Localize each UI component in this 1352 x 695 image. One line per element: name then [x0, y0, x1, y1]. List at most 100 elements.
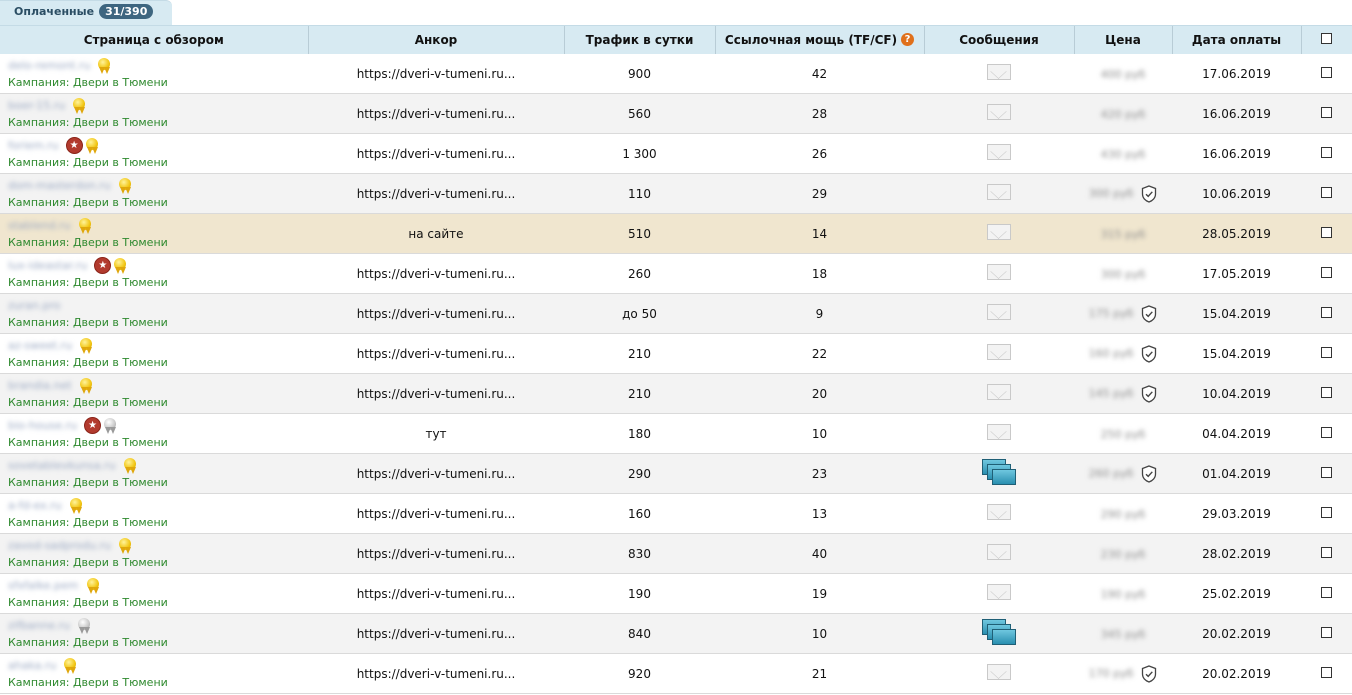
price-value: 260 руб: [1088, 467, 1134, 480]
row-checkbox[interactable]: [1321, 146, 1332, 158]
envelope-icon[interactable]: [987, 304, 1011, 320]
col-header-price[interactable]: Цена: [1073, 26, 1172, 54]
table-row: delo-remont.ru Кампания: Двери в Тюмени ht…: [0, 54, 1352, 94]
row-checkbox[interactable]: [1321, 186, 1332, 198]
cell-power: 9: [715, 293, 924, 334]
row-checkbox[interactable]: [1321, 546, 1332, 558]
table-row: a-fd-ex.ru Кампания: Двери в Тюмени https:…: [0, 493, 1352, 534]
envelope-icon[interactable]: [987, 224, 1011, 240]
row-checkbox[interactable]: [1321, 626, 1332, 638]
new-messages-envelope-icon[interactable]: [982, 459, 1016, 485]
site-link[interactable]: brandia.net: [8, 379, 72, 392]
site-link[interactable]: zuran.pro: [8, 299, 60, 312]
cell-date: 16.06.2019: [1172, 133, 1301, 174]
orders-table: Страница с обзором Анкор Трафик в сутки …: [0, 26, 1352, 694]
campaign-link[interactable]: Кампания: Двери в Тюмени: [8, 356, 308, 370]
col-header-power[interactable]: Ссылочная мощь (TF/CF)?: [714, 26, 924, 54]
cell-messages: [924, 653, 1074, 694]
cell-messages: [924, 573, 1074, 614]
col-header-page[interactable]: Страница с обзором: [0, 26, 308, 54]
site-link[interactable]: a-fd-ex.ru: [8, 499, 62, 512]
row-checkbox[interactable]: [1321, 346, 1332, 358]
row-checkbox[interactable]: [1321, 306, 1332, 318]
cell-date: 29.03.2019: [1172, 493, 1301, 534]
campaign-link[interactable]: Кампания: Двери в Тюмени: [8, 156, 308, 170]
envelope-icon[interactable]: [987, 264, 1011, 280]
campaign-link[interactable]: Кампания: Двери в Тюмени: [8, 636, 308, 650]
site-link[interactable]: stablend.ru: [8, 219, 71, 232]
site-link[interactable]: az-sweet.ru: [8, 339, 72, 352]
envelope-icon[interactable]: [987, 64, 1011, 80]
envelope-icon[interactable]: [987, 184, 1011, 200]
site-link[interactable]: bio-house.ru: [8, 419, 77, 432]
select-all-checkbox[interactable]: [1321, 33, 1333, 44]
campaign-link[interactable]: Кампания: Двери в Тюмени: [8, 516, 308, 530]
envelope-icon[interactable]: [987, 384, 1011, 400]
campaign-link[interactable]: Кампания: Двери в Тюмени: [8, 76, 308, 90]
campaign-link[interactable]: Кампания: Двери в Тюмени: [8, 436, 308, 450]
row-checkbox[interactable]: [1321, 666, 1332, 678]
site-link[interactable]: sovetablevkunsa.ru: [8, 459, 116, 472]
campaign-link[interactable]: Кампания: Двери в Тюмени: [8, 476, 308, 490]
cell-power: 22: [715, 333, 924, 374]
envelope-icon[interactable]: [987, 344, 1011, 360]
site-link[interactable]: lux-ideastar.ru: [8, 259, 87, 272]
campaign-link[interactable]: Кампания: Двери в Тюмени: [8, 276, 308, 290]
row-checkbox[interactable]: [1321, 466, 1332, 478]
campaign-link[interactable]: Кампания: Двери в Тюмени: [8, 116, 308, 130]
envelope-icon[interactable]: [987, 424, 1011, 440]
price-value: 345 руб: [1100, 627, 1146, 641]
cell-traffic: 210: [564, 333, 715, 374]
price-value: 290 руб: [1100, 507, 1146, 521]
envelope-icon[interactable]: [987, 544, 1011, 560]
new-messages-envelope-icon[interactable]: [982, 619, 1016, 645]
cell-messages: [924, 413, 1074, 454]
row-checkbox[interactable]: [1321, 386, 1332, 398]
campaign-link[interactable]: Кампания: Двери в Тюмени: [8, 196, 308, 210]
cell-select: [1301, 253, 1352, 294]
envelope-icon[interactable]: [987, 144, 1011, 160]
cell-page: brandia.net Кампания: Двери в Тюмени: [0, 373, 308, 414]
tab-paid[interactable]: Оплаченные 31/390: [0, 0, 172, 26]
row-checkbox[interactable]: [1321, 426, 1332, 438]
row-checkbox[interactable]: [1321, 66, 1332, 78]
gold-medal-icon: [118, 537, 132, 554]
star-badge-icon: ★: [84, 417, 102, 434]
col-header-messages[interactable]: Сообщения: [923, 26, 1074, 54]
cell-price: 190 руб: [1074, 573, 1172, 614]
cell-page: a-fd-ex.ru Кампания: Двери в Тюмени: [0, 493, 308, 534]
site-link[interactable]: foriem.ru: [8, 139, 59, 152]
site-link[interactable]: ahaka.ru: [8, 659, 56, 672]
campaign-link[interactable]: Кампания: Двери в Тюмени: [8, 316, 308, 330]
col-header-traffic[interactable]: Трафик в сутки: [563, 26, 715, 54]
cell-anchor: https://dveri-v-tumeni.ru...: [308, 173, 564, 214]
campaign-link[interactable]: Кампания: Двери в Тюмени: [8, 596, 308, 610]
envelope-icon[interactable]: [987, 664, 1011, 680]
help-icon[interactable]: ?: [901, 33, 915, 46]
site-link[interactable]: zifbanne.ru: [8, 619, 70, 632]
site-link[interactable]: dom-masterdon.ru: [8, 179, 111, 192]
col-header-date[interactable]: Дата оплаты: [1171, 26, 1301, 54]
envelope-icon[interactable]: [987, 504, 1011, 520]
row-checkbox[interactable]: [1321, 506, 1332, 518]
campaign-link[interactable]: Кампания: Двери в Тюмени: [8, 676, 308, 690]
cell-page: zuran.pro Кампания: Двери в Тюмени: [0, 293, 308, 334]
row-checkbox[interactable]: [1321, 586, 1332, 598]
row-checkbox[interactable]: [1321, 266, 1332, 278]
site-link[interactable]: boer-15.ru: [8, 99, 65, 112]
gold-medal-icon: [78, 217, 92, 234]
campaign-link[interactable]: Кампания: Двери в Тюмени: [8, 396, 308, 410]
campaign-link[interactable]: Кампания: Двери в Тюмени: [8, 236, 308, 250]
site-link[interactable]: sfxfalke.pem: [8, 579, 79, 592]
row-checkbox[interactable]: [1321, 226, 1332, 238]
cell-select: [1301, 293, 1352, 334]
envelope-icon[interactable]: [987, 584, 1011, 600]
price-value: 300 руб: [1088, 187, 1134, 200]
envelope-icon[interactable]: [987, 104, 1011, 120]
campaign-link[interactable]: Кампания: Двери в Тюмени: [8, 556, 308, 570]
col-header-anchor[interactable]: Анкор: [307, 26, 564, 54]
site-link[interactable]: delo-remont.ru: [8, 59, 90, 72]
row-checkbox[interactable]: [1321, 106, 1332, 118]
price-value: 420 руб: [1100, 107, 1146, 121]
site-link[interactable]: zavod-sadprodu.ru: [8, 539, 111, 552]
